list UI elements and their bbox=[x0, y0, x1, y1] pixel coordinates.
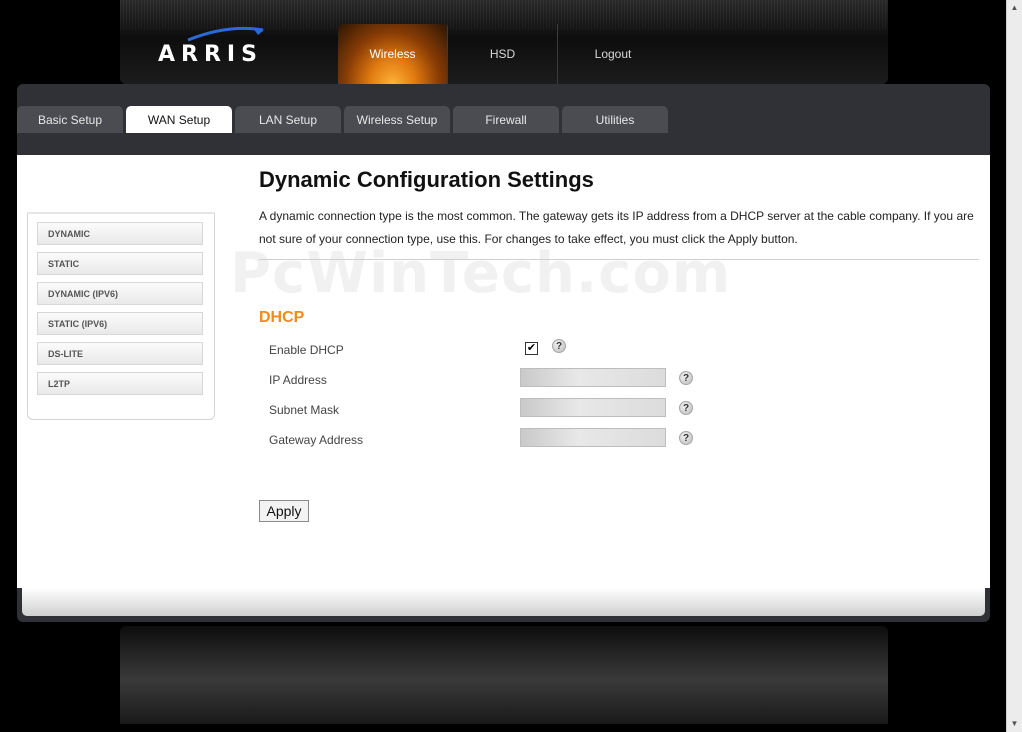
help-icon[interactable]: ? bbox=[679, 371, 693, 385]
vertical-scrollbar[interactable]: ▲ ▼ bbox=[1006, 0, 1022, 732]
sidebar-item-static[interactable]: STATIC bbox=[37, 252, 203, 275]
page-title: Dynamic Configuration Settings bbox=[259, 167, 594, 192]
sidebar-item-dynamic[interactable]: DYNAMIC bbox=[37, 222, 203, 245]
checkmark-icon: ✔ bbox=[526, 342, 537, 354]
tab-wan-setup[interactable]: WAN Setup bbox=[126, 106, 232, 133]
ip-address-label: IP Address bbox=[269, 373, 327, 387]
header-bar: ARRIS Wireless HSD Logout bbox=[120, 0, 888, 84]
help-icon[interactable]: ? bbox=[679, 431, 693, 445]
subnet-mask-label: Subnet Mask bbox=[269, 403, 340, 417]
brand-name: ARRIS bbox=[158, 42, 263, 67]
tab-basic-setup[interactable]: Basic Setup bbox=[17, 106, 123, 133]
enable-dhcp-checkbox[interactable]: ✔ bbox=[525, 342, 538, 355]
help-icon[interactable]: ? bbox=[679, 401, 693, 415]
help-icon[interactable]: ? bbox=[552, 339, 566, 353]
top-nav: Wireless HSD Logout bbox=[338, 24, 668, 84]
subnet-mask-field[interactable] bbox=[520, 398, 666, 417]
divider bbox=[259, 259, 979, 260]
sidebar: DYNAMIC STATIC DYNAMIC (IPV6) STATIC (IP… bbox=[27, 212, 215, 420]
topnav-label: HSD bbox=[489, 47, 516, 61]
sidebar-item-ds-lite[interactable]: DS-LITE bbox=[37, 342, 203, 365]
ip-address-field[interactable] bbox=[520, 368, 666, 387]
sidebar-top-border bbox=[27, 212, 215, 214]
arris-logo: ARRIS bbox=[158, 26, 268, 67]
content-area: DYNAMIC STATIC DYNAMIC (IPV6) STATIC (IP… bbox=[17, 155, 990, 588]
sidebar-item-dynamic-ipv6[interactable]: DYNAMIC (IPV6) bbox=[37, 282, 203, 305]
section-title-dhcp: DHCP bbox=[259, 309, 305, 326]
content-footer bbox=[22, 588, 985, 616]
gateway-address-field[interactable] bbox=[520, 428, 666, 447]
tab-utilities[interactable]: Utilities bbox=[562, 106, 668, 133]
main-panel: Basic Setup WAN Setup LAN Setup Wireless… bbox=[17, 84, 990, 622]
topnav-hsd[interactable]: HSD bbox=[448, 24, 558, 84]
tab-firewall[interactable]: Firewall bbox=[453, 106, 559, 133]
tab-bar: Basic Setup WAN Setup LAN Setup Wireless… bbox=[17, 106, 668, 133]
scroll-down-icon[interactable]: ▼ bbox=[1009, 718, 1020, 729]
gateway-address-label: Gateway Address bbox=[269, 433, 364, 447]
topnav-logout[interactable]: Logout bbox=[558, 24, 668, 84]
topnav-wireless[interactable]: Wireless bbox=[338, 24, 448, 84]
sidebar-item-l2tp[interactable]: L2TP bbox=[37, 372, 203, 395]
page-description: A dynamic connection type is the most co… bbox=[259, 209, 974, 246]
scroll-up-icon[interactable]: ▲ bbox=[1009, 2, 1020, 13]
topnav-label: Logout bbox=[594, 47, 632, 61]
enable-dhcp-label: Enable DHCP bbox=[269, 343, 344, 357]
footer-bar bbox=[120, 626, 888, 724]
sidebar-item-static-ipv6[interactable]: STATIC (IPV6) bbox=[37, 312, 203, 335]
tab-wireless-setup[interactable]: Wireless Setup bbox=[344, 106, 450, 133]
topnav-label: Wireless bbox=[369, 47, 416, 61]
apply-button[interactable]: Apply bbox=[259, 500, 309, 522]
tab-lan-setup[interactable]: LAN Setup bbox=[235, 106, 341, 133]
